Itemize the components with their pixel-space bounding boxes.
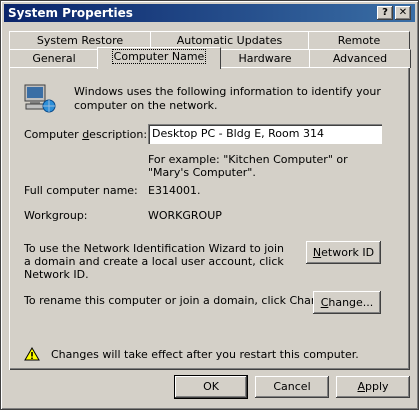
warning-text: Changes will take effect after you resta… xyxy=(51,348,359,361)
close-button[interactable]: ✕ xyxy=(395,6,411,20)
full-name-label: Full computer name: xyxy=(24,184,138,197)
network-id-button[interactable]: Network ID xyxy=(306,241,381,264)
change-text: To rename this computer or join a domain… xyxy=(24,294,336,307)
intro-text: Windows uses the following information t… xyxy=(74,85,381,112)
warning-icon xyxy=(24,347,40,361)
tab-computer-name-label: Computer Name xyxy=(111,49,207,64)
tab-general[interactable]: General xyxy=(9,49,99,68)
window-title: System Properties xyxy=(8,6,133,20)
apply-button[interactable]: Apply xyxy=(336,376,410,398)
computer-name-panel: Windows uses the following information t… xyxy=(9,67,410,370)
cancel-button[interactable]: Cancel xyxy=(255,376,329,398)
network-id-text: To use the Network Identification Wizard… xyxy=(24,242,285,281)
tab-computer-name[interactable]: Computer Name xyxy=(97,47,221,69)
tab-remote[interactable]: Remote xyxy=(308,31,410,50)
computer-description-input[interactable]: Desktop PC - Bldg E, Room 314 xyxy=(148,124,382,144)
tab-advanced[interactable]: Advanced xyxy=(309,49,411,68)
system-properties-window: System Properties ? ✕ System Restore Aut… xyxy=(0,0,419,410)
tab-hardware[interactable]: Hardware xyxy=(220,49,310,68)
description-label: Computer description: xyxy=(24,128,148,141)
change-button[interactable]: Change... xyxy=(313,291,381,314)
help-button[interactable]: ? xyxy=(377,6,393,20)
ok-button[interactable]: OK xyxy=(174,375,248,399)
computer-network-icon xyxy=(22,82,56,114)
full-name-value: E314001. xyxy=(148,184,201,197)
title-bar[interactable]: System Properties ? ✕ xyxy=(4,4,415,22)
example-text: For example: "Kitchen Computer" or "Mary… xyxy=(148,153,348,179)
workgroup-value: WORKGROUP xyxy=(148,209,222,222)
workgroup-label: Workgroup: xyxy=(24,209,88,222)
